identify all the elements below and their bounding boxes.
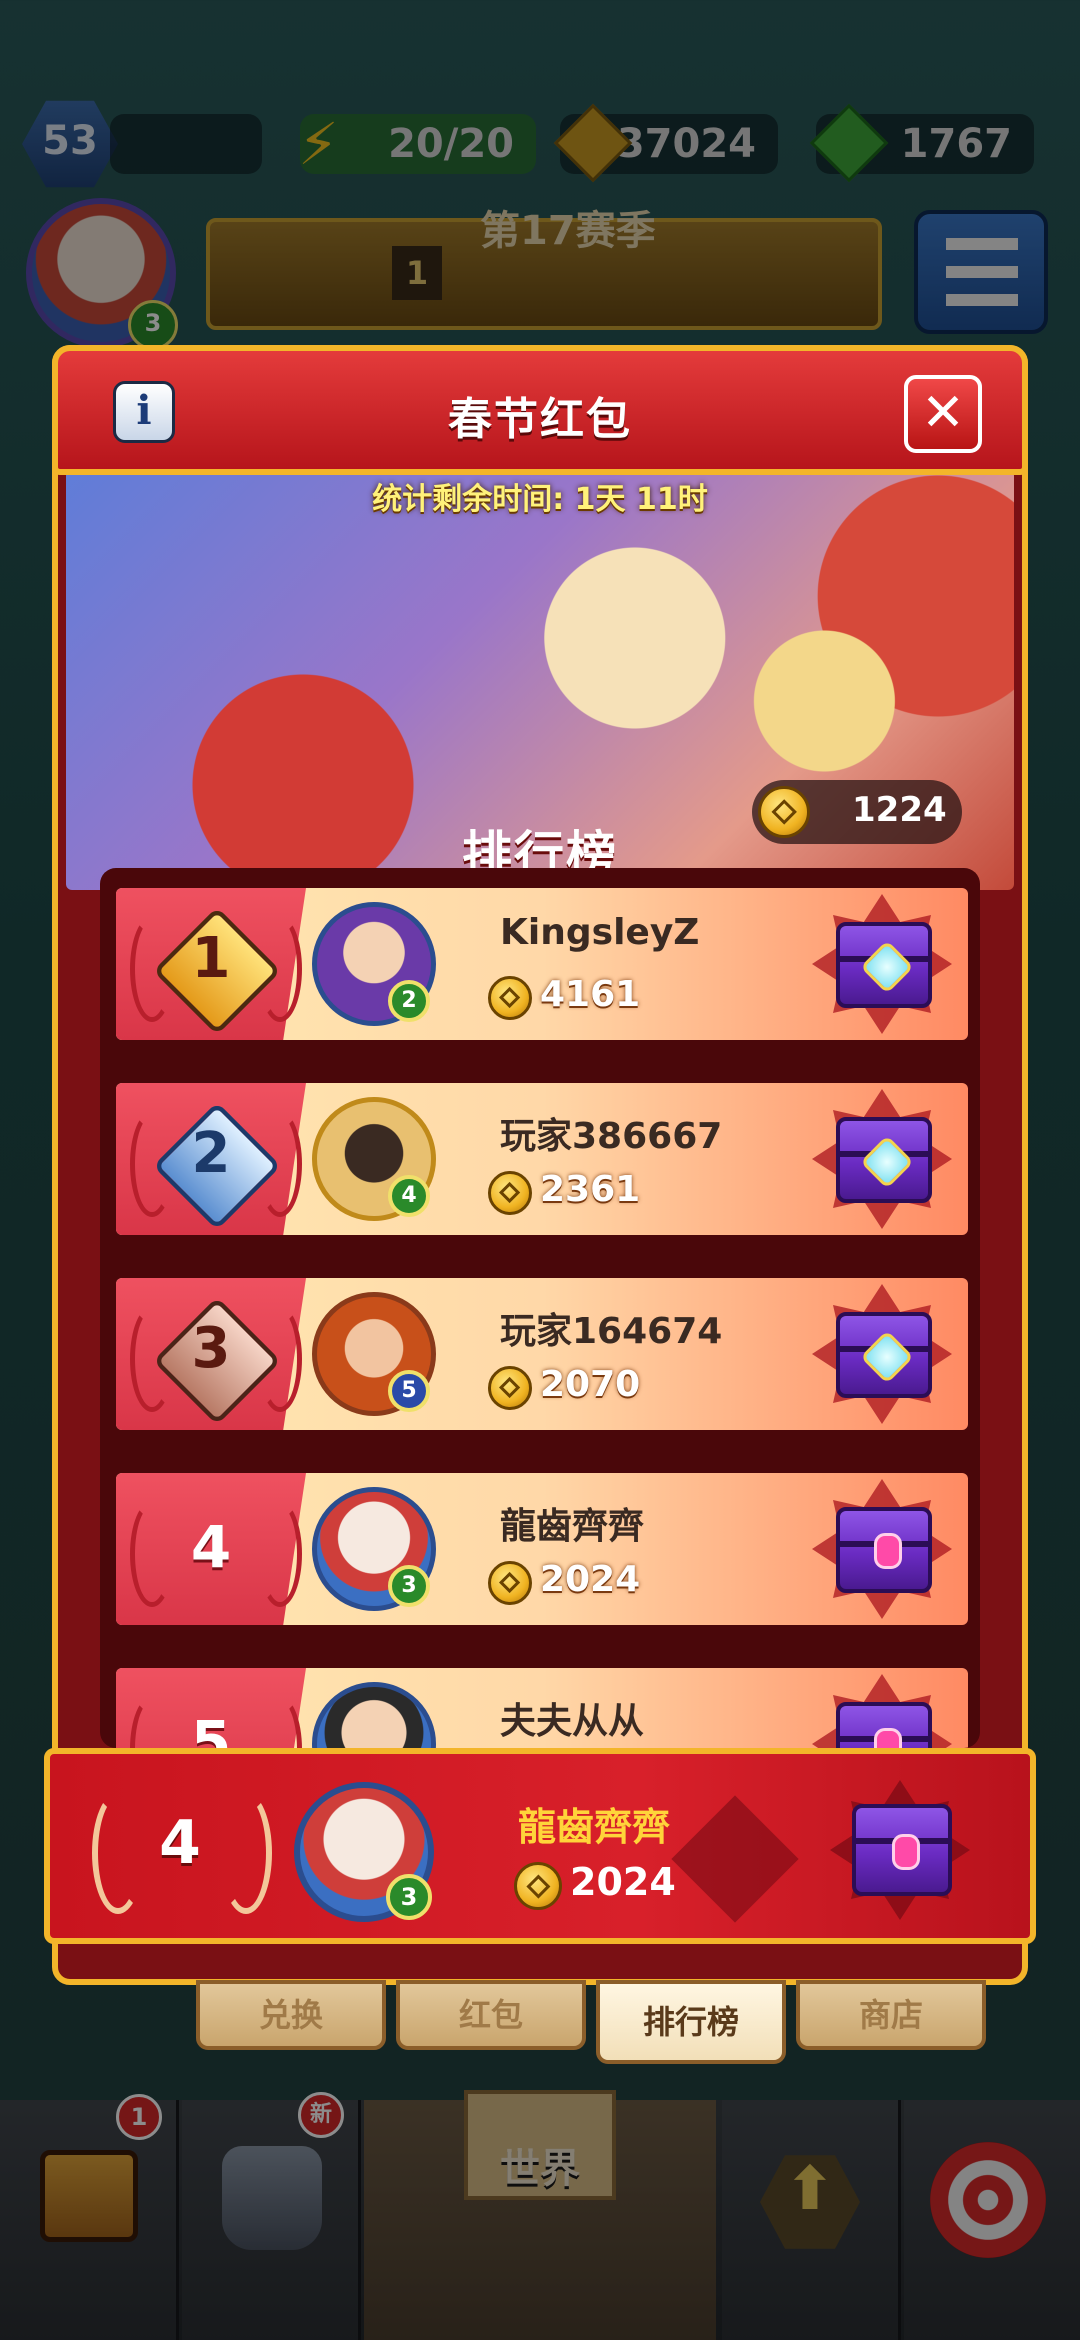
player-name: 龍齒齊齊	[500, 1506, 645, 1547]
modal-header: i 春节红包 ✕	[52, 345, 1028, 475]
player-score: 2070	[540, 1364, 641, 1405]
avatar-level: 5	[388, 1370, 430, 1412]
tab-shop[interactable]: 商店	[796, 1980, 986, 2050]
reward-chest-icon[interactable]	[836, 1507, 932, 1593]
player-score: 2024	[540, 1559, 641, 1600]
event-timer: 统计剩余时间: 1天 11时	[372, 482, 708, 517]
avatar-level: 4	[388, 1175, 430, 1217]
leaderboard-row[interactable]: 4 3 龍齒齊齊 2024	[116, 1473, 968, 1625]
own-rank-number: 4	[159, 1808, 201, 1878]
leaderboard-row[interactable]: 5 夫夫从从	[116, 1668, 968, 1748]
gem-icon	[860, 1330, 914, 1384]
player-name: KingsleyZ	[500, 912, 700, 953]
own-avatar-level: 3	[386, 1874, 432, 1920]
leaderboard-list[interactable]: 1 2 KingsleyZ 4161 2 4 玩家386667 2361 3 5…	[100, 868, 980, 1748]
avatar	[312, 1682, 436, 1748]
diamond-decoration	[671, 1795, 799, 1923]
close-button[interactable]: ✕	[904, 375, 982, 453]
player-name: 夫夫从从	[500, 1701, 645, 1742]
coin-icon	[488, 976, 532, 1020]
rank-number: 4	[190, 1513, 232, 1581]
rank-number: 3	[191, 1316, 231, 1381]
tab-exchange[interactable]: 兑换	[196, 1980, 386, 2050]
player-score: 4161	[540, 974, 641, 1015]
lock-icon	[892, 1834, 920, 1870]
avatar-level: 3	[388, 1565, 430, 1607]
player-name: 玩家164674	[500, 1311, 723, 1352]
gem-icon	[860, 1135, 914, 1189]
tab-leaderboard[interactable]: 排行榜	[596, 1980, 786, 2064]
avatar-level: 2	[388, 980, 430, 1022]
player-name: 玩家386667	[500, 1116, 723, 1157]
leaderboard-row[interactable]: 1 2 KingsleyZ 4161	[116, 888, 968, 1040]
rank-number: 5	[190, 1708, 232, 1748]
tab-red-packet[interactable]: 红包	[396, 1980, 586, 2050]
reward-chest-icon[interactable]	[836, 1117, 932, 1203]
gem-icon	[860, 940, 914, 994]
own-rank-bar: 4 3 龍齒齊齊 2024	[44, 1748, 1036, 1944]
reward-chest-icon[interactable]	[836, 1312, 932, 1398]
rank-number: 1	[191, 926, 231, 991]
modal-title: 春节红包	[448, 394, 632, 445]
reward-chest-icon[interactable]	[836, 1702, 932, 1748]
own-player-score: 2024	[570, 1860, 676, 1904]
rank-number: 2	[191, 1121, 231, 1186]
own-player-name: 龍齒齊齊	[518, 1805, 671, 1849]
lock-icon	[874, 1533, 902, 1569]
leaderboard-row[interactable]: 3 5 玩家164674 2070	[116, 1278, 968, 1430]
coin-icon	[488, 1366, 532, 1410]
coin-icon	[488, 1171, 532, 1215]
leaderboard-row[interactable]: 2 4 玩家386667 2361	[116, 1083, 968, 1235]
player-score: 2361	[540, 1169, 641, 1210]
reward-chest-icon[interactable]	[836, 922, 932, 1008]
coin-icon	[514, 1862, 562, 1910]
lock-icon	[874, 1728, 902, 1748]
coin-icon	[488, 1561, 532, 1605]
own-reward-chest-icon[interactable]	[852, 1804, 952, 1896]
